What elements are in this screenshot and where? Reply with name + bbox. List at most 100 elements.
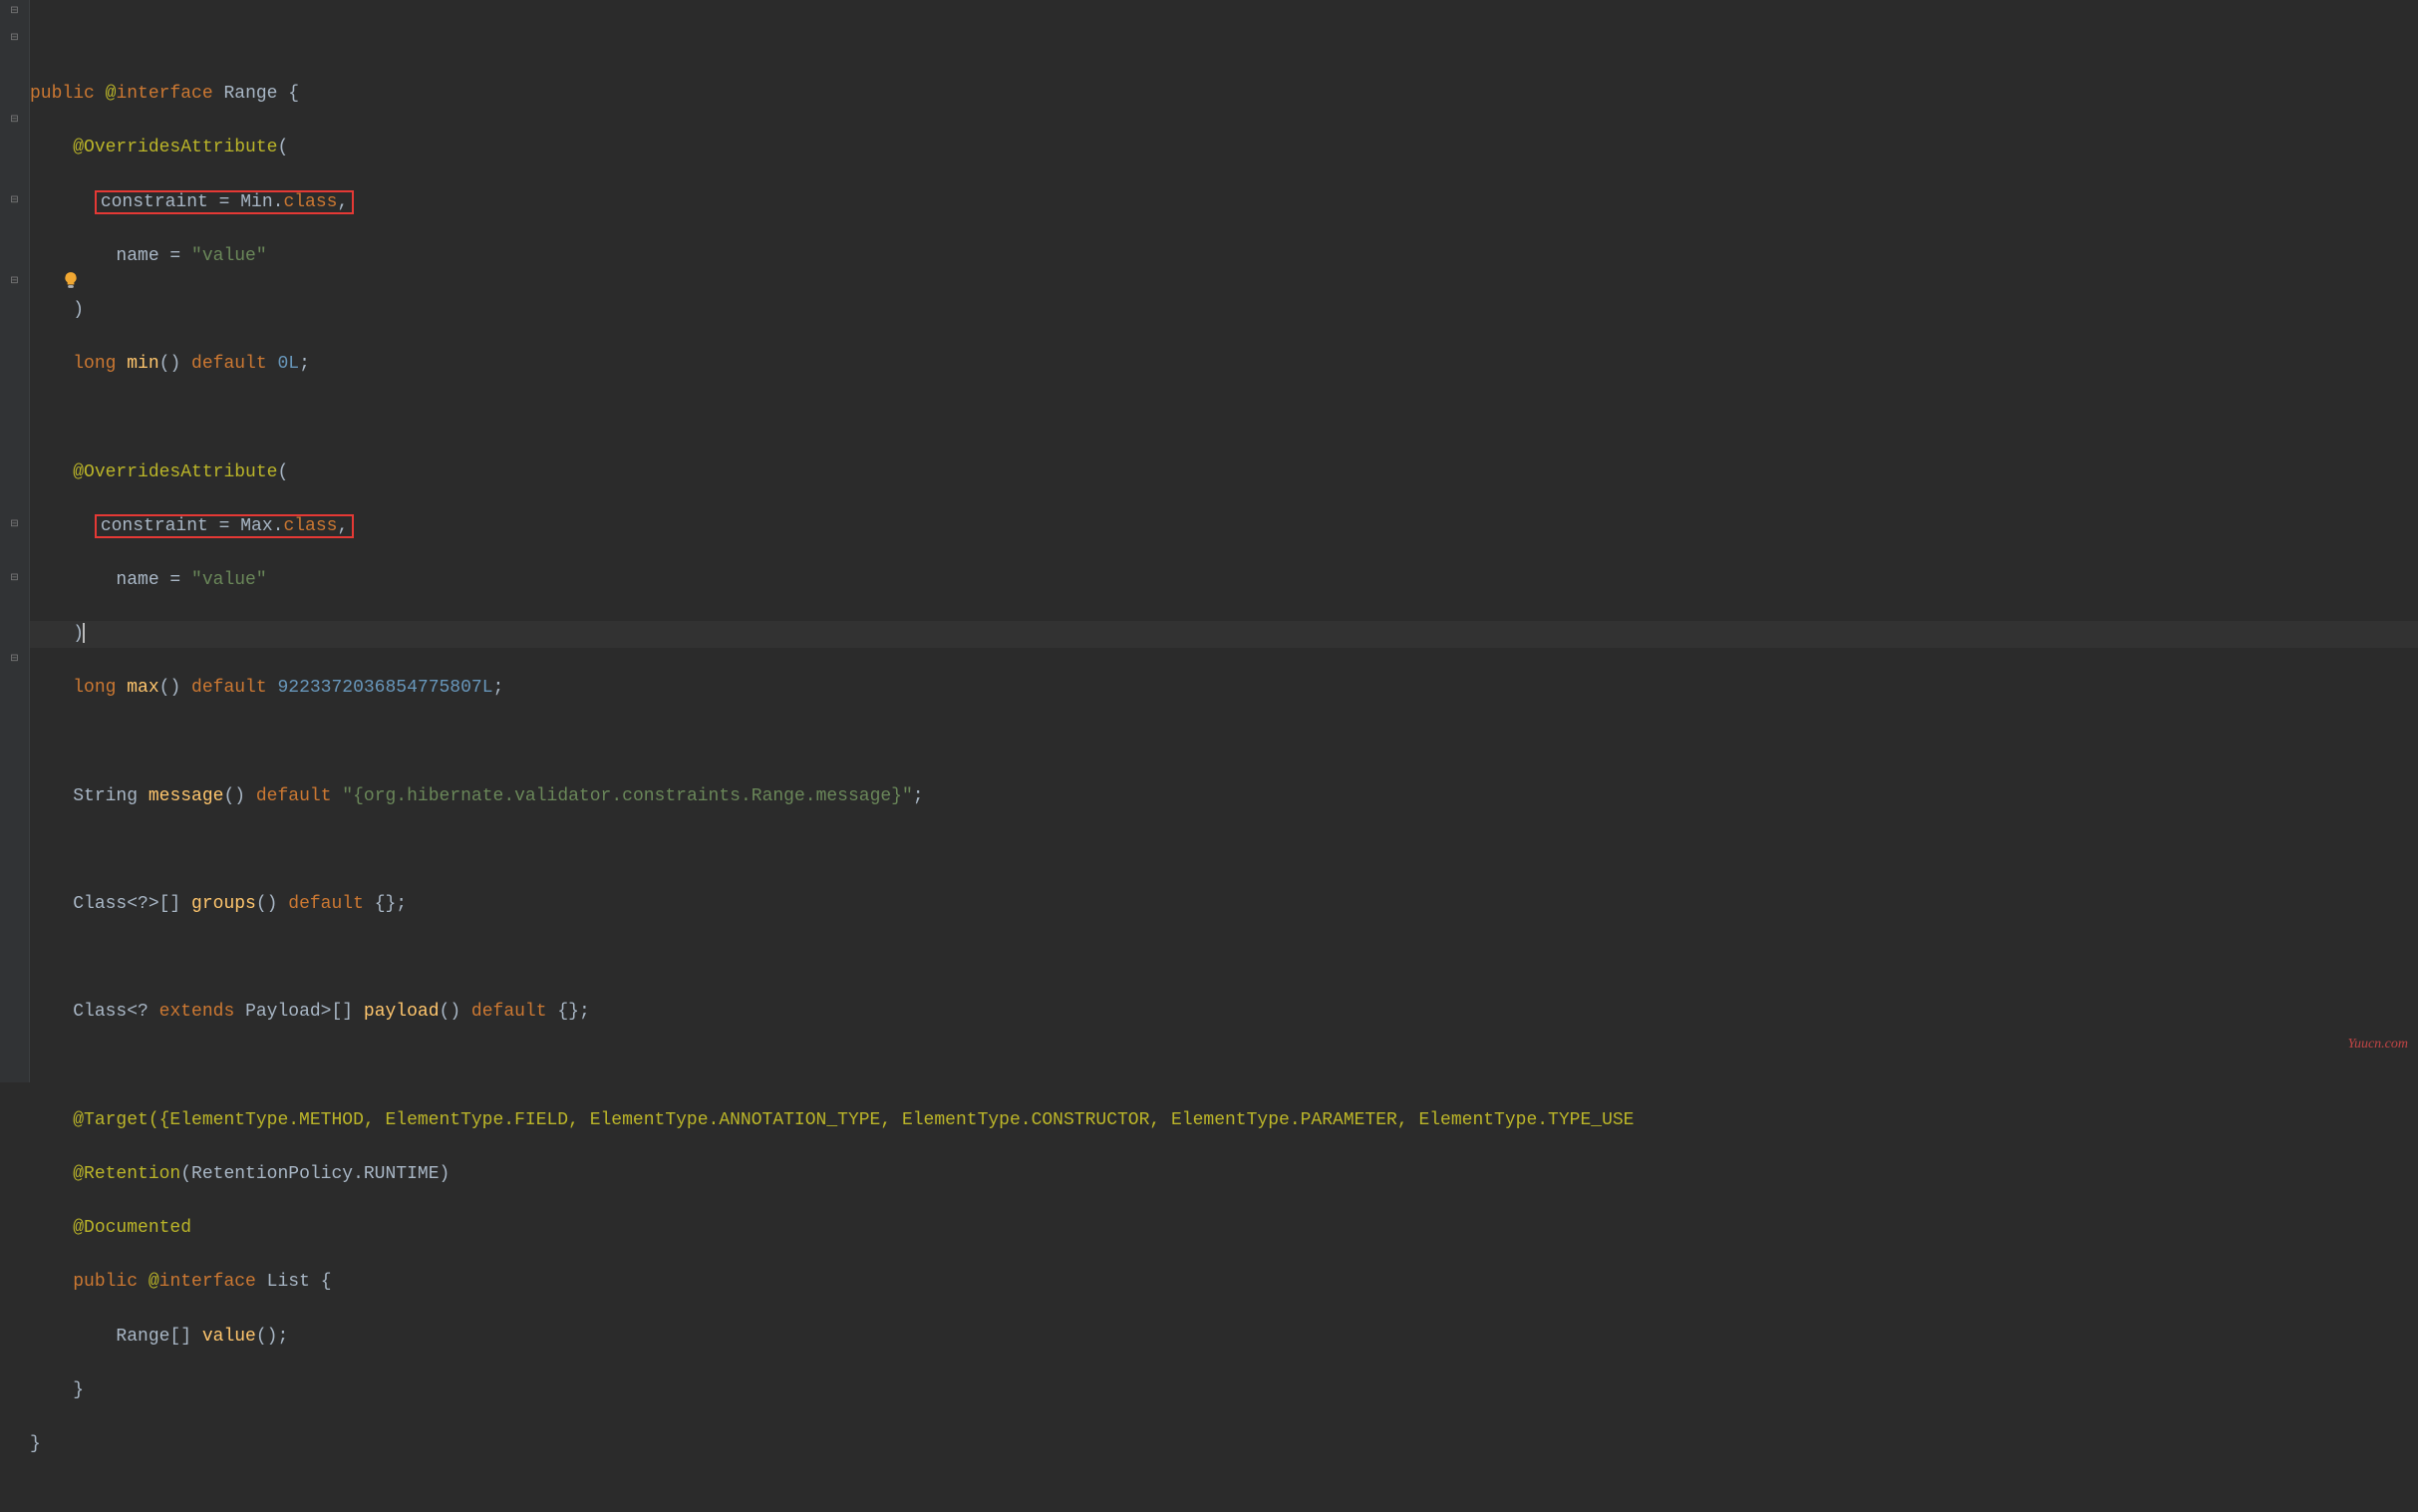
- editor-area: ⊟ ⊟ ⊟ ⊟ ⊟ ⊟ ⊟ ⊟ public @interface Range …: [0, 0, 2418, 1082]
- keyword: default: [245, 786, 342, 806]
- fold-icon[interactable]: ⊟: [9, 654, 21, 666]
- code-line[interactable]: [30, 730, 2418, 756]
- method: min: [127, 354, 158, 374]
- paren: (): [256, 1327, 278, 1347]
- type: String: [73, 786, 149, 806]
- code-line[interactable]: [30, 945, 2418, 972]
- gutter: ⊟ ⊟ ⊟ ⊟ ⊟ ⊟ ⊟ ⊟: [0, 0, 30, 1082]
- type: Class<?>[]: [73, 894, 191, 914]
- semi: ;: [913, 786, 924, 806]
- number: 0L: [277, 354, 299, 374]
- method: message: [149, 786, 224, 806]
- code-line[interactable]: Class<? extends Payload>[] payload() def…: [30, 999, 2418, 1026]
- code-line[interactable]: Class<?>[] groups() default {};: [30, 891, 2418, 918]
- code-line[interactable]: name = "value": [30, 243, 2418, 270]
- code-line[interactable]: long min() default 0L;: [30, 351, 2418, 378]
- string: "value": [191, 246, 267, 266]
- code-line[interactable]: String message() default "{org.hibernate…: [30, 783, 2418, 810]
- brace: }: [30, 1434, 41, 1454]
- code-line[interactable]: @Documented: [30, 1215, 2418, 1242]
- fold-icon[interactable]: ⊟: [9, 33, 21, 45]
- semi: ;: [396, 894, 407, 914]
- keyword: interface: [116, 84, 223, 104]
- code-line[interactable]: constraint = Min.class,: [30, 189, 2418, 216]
- keyword: long: [73, 678, 127, 698]
- fold-icon[interactable]: ⊟: [9, 195, 21, 207]
- code-line[interactable]: }: [30, 1431, 2418, 1458]
- annotation: @OverridesAttribute: [73, 462, 277, 482]
- code-line[interactable]: @OverridesAttribute(: [30, 459, 2418, 486]
- type-name: Range: [223, 84, 277, 104]
- comma: ,: [337, 192, 348, 212]
- type-name: List: [267, 1272, 310, 1292]
- code-area[interactable]: public @interface Range { @OverridesAttr…: [30, 0, 2418, 1082]
- code-line[interactable]: @OverridesAttribute(: [30, 135, 2418, 161]
- code-line[interactable]: }: [30, 1377, 2418, 1404]
- keyword: default: [180, 678, 277, 698]
- paren: (: [277, 138, 288, 157]
- paren: ): [73, 300, 84, 320]
- string: "value": [191, 570, 267, 590]
- semi: ;: [277, 1327, 288, 1347]
- fold-icon[interactable]: ⊟: [9, 276, 21, 288]
- semi: ;: [579, 1002, 590, 1022]
- code-line[interactable]: @Retention(RetentionPolicy.RUNTIME): [30, 1161, 2418, 1188]
- keyword: default: [180, 354, 277, 374]
- caret-icon: [83, 623, 85, 643]
- paren: (): [223, 786, 245, 806]
- code-line[interactable]: [30, 405, 2418, 432]
- watermark: Yuucn.com: [2347, 1037, 2408, 1053]
- keyword: extends: [159, 1002, 245, 1022]
- intention-bulb-icon[interactable]: [62, 271, 80, 289]
- code-line[interactable]: ): [30, 297, 2418, 324]
- paren: (): [256, 894, 278, 914]
- code-line[interactable]: @Target({ElementType.METHOD, ElementType…: [30, 1107, 2418, 1134]
- code-line-current[interactable]: ): [30, 621, 2418, 648]
- brace: }: [73, 1380, 84, 1400]
- keyword: interface: [159, 1272, 267, 1292]
- annotation-at: @: [138, 1272, 159, 1292]
- attr: name =: [116, 570, 191, 590]
- code-line[interactable]: Range[] value();: [30, 1324, 2418, 1351]
- attr: constraint = Max.: [101, 516, 284, 536]
- code-line[interactable]: constraint = Max.class,: [30, 513, 2418, 540]
- braces: {}: [557, 1002, 579, 1022]
- annotation: @Target({ElementType.METHOD, ElementType…: [73, 1110, 1634, 1130]
- type: Class<?: [73, 1002, 158, 1022]
- semi: ;: [299, 354, 310, 374]
- keyword: default: [277, 894, 374, 914]
- highlight-box: constraint = Max.class,: [95, 514, 354, 538]
- fold-icon[interactable]: ⊟: [9, 519, 21, 531]
- annotation: @Documented: [73, 1218, 191, 1238]
- class-kw: class: [283, 192, 337, 212]
- fold-icon[interactable]: ⊟: [9, 573, 21, 585]
- annotation-at: @: [106, 84, 117, 104]
- method: max: [127, 678, 158, 698]
- code-line[interactable]: public @interface Range {: [30, 81, 2418, 108]
- paren: (): [159, 678, 181, 698]
- paren: (): [159, 354, 181, 374]
- code-line[interactable]: [30, 1054, 2418, 1080]
- brace: {: [277, 84, 299, 104]
- keyword: long: [73, 354, 127, 374]
- paren: (): [440, 1002, 461, 1022]
- code-line[interactable]: name = "value": [30, 567, 2418, 594]
- class-kw: class: [283, 516, 337, 536]
- method: value: [202, 1327, 256, 1347]
- annotation: @OverridesAttribute: [73, 138, 277, 157]
- fold-icon[interactable]: ⊟: [9, 6, 21, 18]
- annotation: @Retention: [73, 1164, 180, 1184]
- type: Range[]: [116, 1327, 201, 1347]
- code-line[interactable]: long max() default 9223372036854775807L;: [30, 675, 2418, 702]
- args: (RetentionPolicy.RUNTIME): [180, 1164, 450, 1184]
- comma: ,: [337, 516, 348, 536]
- code-line[interactable]: public @interface List {: [30, 1269, 2418, 1296]
- attr: constraint = Min.: [101, 192, 284, 212]
- fold-icon[interactable]: ⊟: [9, 115, 21, 127]
- number: 9223372036854775807L: [277, 678, 492, 698]
- code-line[interactable]: [30, 837, 2418, 864]
- method: groups: [191, 894, 256, 914]
- method: payload: [364, 1002, 440, 1022]
- type: Payload>[]: [245, 1002, 364, 1022]
- highlight-box: constraint = Min.class,: [95, 190, 354, 214]
